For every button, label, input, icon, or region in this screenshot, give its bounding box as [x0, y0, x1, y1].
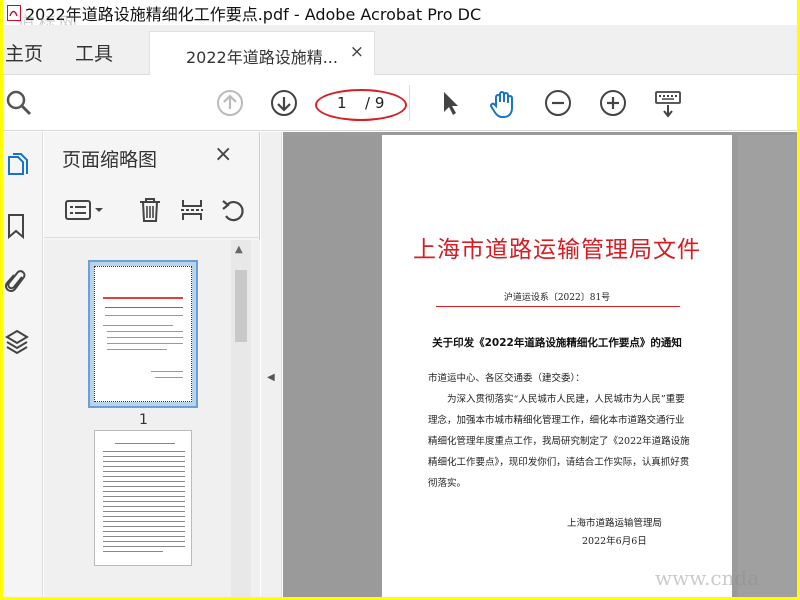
thumbnail-list[interactable]: 1 ▲	[44, 240, 260, 597]
scrollbar-thumb[interactable]	[235, 270, 247, 342]
thumb-text-line	[151, 371, 183, 372]
search-icon[interactable]	[5, 89, 33, 117]
zoom-out-icon[interactable]	[544, 89, 572, 117]
doc-recipients: 市道运中心、各区交通委（建交委）：	[428, 373, 585, 384]
page-number-field[interactable]: 1 / 9	[315, 89, 407, 121]
acrobat-window: 2022年道路设施精细化工作要点.pdf - Adobe Acrobat Pro…	[3, 0, 797, 597]
thumbnail-page-2[interactable]	[94, 430, 192, 566]
thumb-text-line	[103, 521, 185, 522]
thumb-text-line	[103, 496, 185, 497]
thumb-text-line	[103, 526, 185, 527]
thumb-red-line	[105, 307, 183, 308]
delete-icon[interactable]	[137, 196, 163, 224]
thumb-text-line	[105, 315, 183, 316]
thumb-text-line	[103, 516, 185, 517]
attachment-icon[interactable]	[5, 268, 29, 294]
next-page-icon[interactable]	[270, 89, 298, 117]
thumbnail-page-1-image	[94, 266, 192, 402]
tab-document-label: 2022年道路设施精...	[186, 48, 338, 67]
thumb-text-line	[103, 546, 185, 547]
select-pointer-icon[interactable]	[436, 89, 464, 117]
doc-subject: 关于印发《2022年道路设施精细化工作要点》的通知	[432, 337, 682, 349]
thumb-text-line	[103, 506, 185, 507]
title-bar: 2022年道路设施精细化工作要点.pdf - Adobe Acrobat Pro…	[3, 0, 797, 35]
thumb-text-line	[103, 471, 185, 472]
thumbnail-scrollbar[interactable]: ▲	[231, 240, 251, 597]
layers-icon[interactable]	[5, 328, 29, 355]
thumb-text-line	[103, 325, 173, 326]
tab-bar: 主页 工具 2022年道路设施精... ×	[3, 25, 797, 75]
tab-document[interactable]: 2022年道路设施精... ×	[149, 31, 375, 75]
rotate-icon[interactable]	[220, 196, 246, 224]
doc-red-rule	[436, 306, 680, 307]
thumbnail-page-number: 1	[139, 412, 148, 428]
watermark-bottom: www.cnda	[655, 566, 760, 590]
bookmark-icon[interactable]	[5, 212, 29, 240]
collapse-left-icon[interactable]: ◀	[267, 372, 275, 383]
red-annotation-oval	[315, 89, 407, 121]
thumb-text-line	[103, 501, 185, 502]
thumbnail-pane: 页面缩略图 × 1 ▲	[44, 132, 260, 597]
page-thumbnails-icon[interactable]	[5, 152, 29, 178]
doc-paragraph: 为深入贯彻落实“人民城市人民建，人民城市为人民”重要理念，加强本市城市精细化管理…	[428, 394, 690, 489]
thumb-text-line	[155, 377, 183, 378]
thumb-text-line	[103, 481, 185, 482]
thumb-red-title	[103, 297, 183, 299]
thumbnail-page-1[interactable]	[88, 260, 198, 408]
thumb-text-line	[107, 331, 183, 332]
insert-pages-icon[interactable]	[179, 196, 205, 224]
thumb-text-line	[103, 486, 185, 487]
toolbar: 1 / 9	[3, 75, 797, 131]
doc-header: 上海市道路运输管理局文件	[413, 237, 701, 263]
pane-title: 页面缩略图	[62, 149, 158, 171]
keyboard-scroll-icon[interactable]	[653, 89, 683, 118]
scroll-up-icon[interactable]: ▲	[235, 244, 243, 255]
close-tab-icon[interactable]: ×	[350, 42, 364, 62]
thumb-text-line	[103, 531, 185, 532]
thumb-text-line	[107, 343, 183, 344]
thumb-text-line	[103, 456, 185, 457]
document-viewport[interactable]: 上海市道路运输管理局文件 沪道运设系〔2022〕81号 关于印发《2022年道路…	[283, 132, 797, 597]
thumb-text-line	[115, 443, 175, 444]
page-gutter	[738, 135, 797, 597]
window-title: 2022年道路设施精细化工作要点.pdf - Adobe Acrobat Pro…	[25, 4, 482, 24]
thumb-text-line	[103, 451, 185, 452]
close-pane-icon[interactable]: ×	[214, 142, 232, 167]
tab-tools[interactable]: 工具	[75, 39, 113, 66]
thumb-text-line	[103, 511, 185, 512]
doc-body: 市道运中心、各区交通委（建交委）： 为深入贯彻落实“人民城市人民建，人民城市为人…	[428, 368, 690, 494]
thumb-text-line	[107, 349, 167, 350]
hand-tool-icon[interactable]	[489, 89, 517, 118]
options-menu-icon[interactable]	[64, 196, 104, 224]
thumb-text-line	[103, 491, 185, 492]
doc-signature: 上海市道路运输管理局	[567, 518, 663, 529]
thumb-text-line	[103, 551, 163, 552]
thumb-text-line	[103, 461, 185, 462]
toolbar-divider	[409, 85, 410, 121]
thumb-text-line	[103, 476, 185, 477]
thumb-text-line	[103, 536, 185, 537]
pane-toolbar	[44, 182, 260, 238]
pane-collapse-strip[interactable]: ◀	[261, 132, 282, 597]
zoom-in-icon[interactable]	[599, 89, 627, 117]
thumb-text-line	[107, 337, 183, 338]
pdf-page: 上海市道路运输管理局文件 沪道运设系〔2022〕81号 关于印发《2022年道路…	[382, 135, 732, 597]
doc-date: 2022年6月6日	[582, 536, 647, 547]
doc-number: 沪道运设系〔2022〕81号	[503, 293, 611, 303]
tab-home[interactable]: 主页	[5, 39, 43, 66]
prev-page-icon[interactable]	[216, 89, 244, 117]
thumb-text-line	[103, 466, 185, 467]
left-rail	[3, 132, 43, 597]
thumb-text-line	[103, 541, 185, 542]
